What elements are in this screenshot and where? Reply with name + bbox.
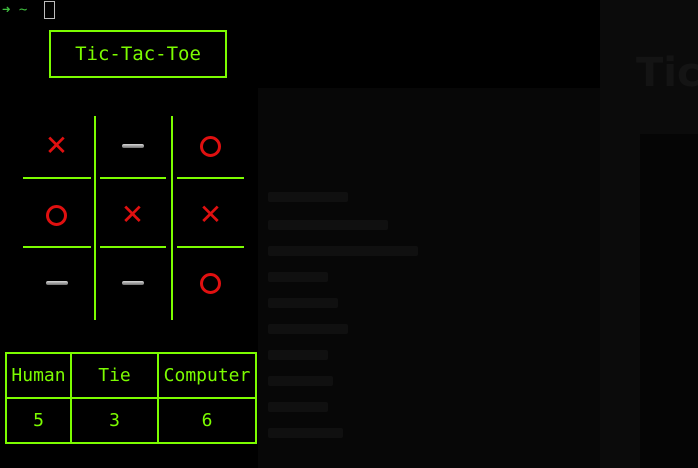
terminal-prompt: ➜ ~ [2,2,28,18]
background-line [268,246,418,256]
score-tie: 3 [70,397,159,444]
empty-cell-icon [45,281,68,285]
game-board: ✕ ✕ ✕ [23,113,244,321]
board-cell[interactable] [177,254,244,312]
board-grid-line [171,116,173,320]
score-computer: 6 [157,397,257,444]
board-cell[interactable] [99,117,166,175]
empty-cell-icon [121,281,144,285]
o-mark-icon [200,135,221,157]
terminal-cursor[interactable] [44,1,55,19]
score-table: Human Tie Computer 5 3 6 [5,352,257,444]
board-grid-line [177,177,244,179]
board-cell[interactable] [99,254,166,312]
background-title: Tic [636,50,698,96]
background-line [268,298,338,308]
score-value-row: 5 3 6 [5,397,257,444]
board-cell[interactable]: ✕ [99,186,166,244]
board-cell[interactable] [23,254,90,312]
background-line [268,272,328,282]
board-cell[interactable] [177,117,244,175]
board-grid-line [94,116,96,320]
x-mark-icon: ✕ [198,198,223,231]
o-mark-icon [200,272,221,294]
board-grid-line [100,177,166,179]
background-line [268,376,333,386]
x-mark-icon: ✕ [44,129,69,162]
o-mark-icon [46,204,67,226]
score-header-computer: Computer [157,352,257,399]
background-line [268,350,328,360]
score-header-row: Human Tie Computer [5,352,257,399]
board-cell[interactable]: ✕ [177,186,244,244]
background-line [268,192,348,202]
score-human: 5 [5,397,72,444]
board-grid-line [23,177,91,179]
background-line [268,324,348,334]
board-cell[interactable] [23,186,90,244]
background-line [268,220,388,230]
game-title: Tic-Tac-Toe [49,30,227,78]
score-header-human: Human [5,352,72,399]
background-line [268,402,328,412]
score-header-tie: Tie [70,352,159,399]
board-grid-line [100,246,166,248]
empty-cell-icon [121,144,144,148]
board-cell[interactable]: ✕ [23,117,90,175]
board-grid-line [177,246,244,248]
board-grid-line [23,246,91,248]
background-panel-inner [640,134,698,468]
x-mark-icon: ✕ [120,198,145,231]
background-line [268,428,343,438]
